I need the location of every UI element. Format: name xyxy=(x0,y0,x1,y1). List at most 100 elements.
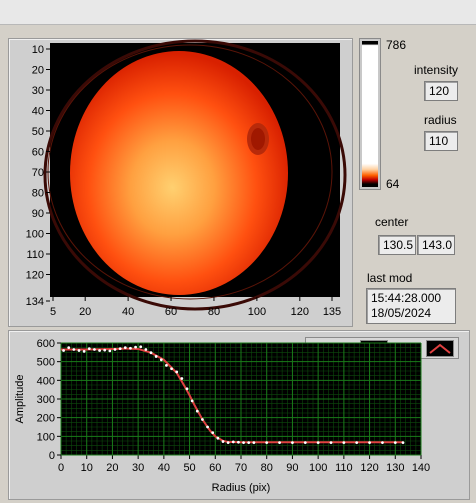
colorbar-min-label: 64 xyxy=(386,177,400,191)
data-point xyxy=(221,440,225,443)
data-point xyxy=(87,347,91,350)
image-y-tick-label: 20 xyxy=(32,65,44,77)
data-point xyxy=(316,441,320,445)
y-tick-label: 200 xyxy=(37,413,55,425)
data-point xyxy=(62,349,65,352)
data-point xyxy=(108,349,112,353)
y-tick-label: 500 xyxy=(37,357,55,369)
x-tick-label: 0 xyxy=(58,462,64,474)
radial-profile-chart: 0 10 20 30 40 50 60 70 80 90 100 110 120 130 140 0 100 20… xyxy=(14,338,430,494)
x-tick-label: 80 xyxy=(261,462,273,474)
radius-label: radius xyxy=(424,113,457,127)
x-tick-label: 60 xyxy=(209,462,221,474)
x-tick-label: 30 xyxy=(132,462,144,474)
image-y-tick-label: 40 xyxy=(32,106,44,118)
illuminated-disc xyxy=(70,51,288,295)
image-x-tick-label: 40 xyxy=(122,306,134,318)
data-point xyxy=(67,346,71,350)
x-tick-label: 110 xyxy=(335,462,353,474)
data-point xyxy=(195,409,199,413)
data-point xyxy=(82,350,86,353)
data-point xyxy=(72,348,76,351)
image-x-tick-label: 80 xyxy=(208,306,220,318)
data-point xyxy=(98,349,101,352)
data-point xyxy=(329,441,333,445)
data-point xyxy=(129,346,132,350)
image-y-tick-label: 50 xyxy=(32,126,44,138)
window-toolbar xyxy=(0,0,476,25)
image-x-tick-label: 135 xyxy=(323,306,341,318)
x-axis-title: Radius (pix) xyxy=(212,482,271,494)
image-x-tick-label: 100 xyxy=(248,306,266,318)
y-tick-label: 0 xyxy=(49,450,55,462)
colorbar xyxy=(359,38,381,190)
data-point xyxy=(190,399,194,403)
colorbar-max-label: 786 xyxy=(386,38,407,52)
x-tick-label: 100 xyxy=(309,462,327,474)
data-point xyxy=(144,348,148,351)
image-y-tick-label: 30 xyxy=(32,85,44,97)
last-mod-date: 18/05/2024 xyxy=(371,306,432,320)
data-point xyxy=(201,418,204,421)
data-point xyxy=(123,346,127,350)
image-y-tick-label: 80 xyxy=(32,188,44,200)
data-point xyxy=(185,387,189,391)
x-tick-label: 10 xyxy=(81,462,93,474)
radial-profile-panel: Data Fit 0102030405060708090100110120130… xyxy=(8,330,470,500)
y-tick-label: 300 xyxy=(37,394,55,406)
right-control-panel: 786 64 intensity 120 radius 110 center 1… xyxy=(356,28,474,328)
image-y-tick-label: 60 xyxy=(32,147,44,159)
data-point xyxy=(139,345,143,349)
colorbar-scale xyxy=(362,41,378,187)
data-point xyxy=(113,348,117,351)
data-point xyxy=(342,441,346,445)
data-point xyxy=(291,441,294,445)
data-point xyxy=(165,364,168,367)
image-y-tick-label: 90 xyxy=(32,208,44,220)
data-point xyxy=(381,441,384,445)
data-point xyxy=(170,367,173,371)
intensity-label: intensity xyxy=(414,63,459,77)
data-point xyxy=(231,440,235,444)
data-point xyxy=(303,441,307,445)
data-point xyxy=(216,436,220,440)
last-mod-time: 15:44:28.000 xyxy=(371,291,442,305)
data-point xyxy=(265,441,269,445)
data-point xyxy=(134,345,137,349)
data-point xyxy=(211,431,215,434)
image-x-tick-label: 60 xyxy=(165,306,177,318)
center-x-indicator[interactable]: 130.5 xyxy=(378,235,416,255)
data-point xyxy=(77,349,81,352)
data-point xyxy=(247,441,251,445)
last-mod-indicator[interactable]: 15:44:28.000 18/05/2024 xyxy=(366,288,456,324)
intensity-indicator[interactable]: 120 xyxy=(424,81,458,101)
data-point xyxy=(355,441,359,445)
image-y-tick-label: 110 xyxy=(26,249,44,261)
data-point xyxy=(393,441,397,445)
center-y-indicator[interactable]: 143.0 xyxy=(417,235,455,255)
x-tick-label: 40 xyxy=(158,462,170,474)
data-point xyxy=(118,347,122,350)
image-y-tick-label: 100 xyxy=(26,229,44,241)
image-y-tick-label: 70 xyxy=(32,167,44,179)
x-tick-label: 90 xyxy=(286,462,298,474)
y-tick-label: 400 xyxy=(37,375,55,387)
y-tick-label: 600 xyxy=(37,338,55,350)
data-point xyxy=(103,348,107,352)
image-y-tick-label: 134 xyxy=(26,296,44,308)
radius-indicator[interactable]: 110 xyxy=(424,131,458,151)
image-x-tick-label: 20 xyxy=(79,306,91,318)
data-point xyxy=(159,358,163,362)
data-point xyxy=(206,425,209,429)
data-point xyxy=(401,441,405,445)
data-point xyxy=(175,370,179,374)
data-point xyxy=(237,440,240,444)
x-tick-label: 120 xyxy=(360,462,378,474)
data-point xyxy=(368,441,371,445)
image-y-tick-label: 120 xyxy=(26,270,44,282)
x-tick-label: 140 xyxy=(412,462,430,474)
image-y-tick-label: 10 xyxy=(32,44,44,56)
center-label: center xyxy=(375,215,409,229)
y-axis-title: Amplitude xyxy=(14,375,26,424)
data-point xyxy=(180,377,184,380)
